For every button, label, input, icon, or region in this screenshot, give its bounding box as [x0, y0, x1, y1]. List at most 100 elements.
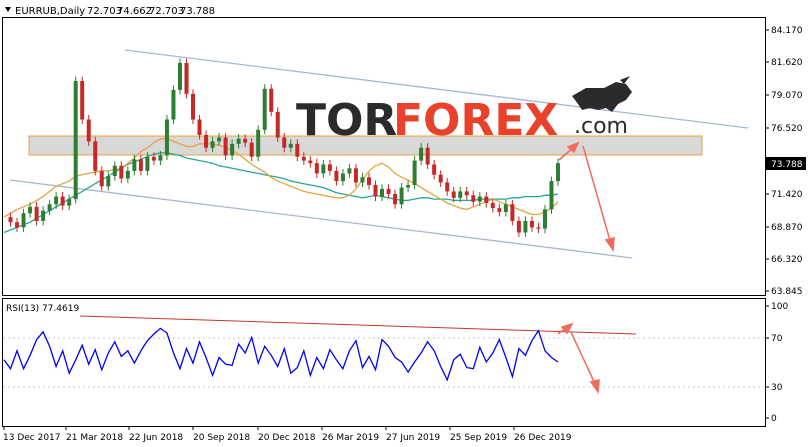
candle-body	[249, 142, 254, 157]
trading-chart[interactable]: TOR FOREX .com EURRUB,Daily 72.703 74.66…	[0, 0, 808, 447]
candle-body	[125, 170, 130, 179]
candle-body	[119, 165, 124, 179]
candle-body	[353, 168, 358, 183]
svg-text:79.070: 79.070	[771, 91, 803, 101]
candle-body	[112, 165, 117, 177]
svg-text:70: 70	[771, 334, 783, 344]
candle-body	[86, 119, 91, 142]
svg-text:26 Dec 2019: 26 Dec 2019	[514, 433, 572, 443]
candle-body	[204, 134, 209, 148]
candle-body	[164, 119, 169, 156]
svg-text:68.870: 68.870	[771, 223, 803, 233]
candle-body	[451, 191, 456, 198]
candle-body	[269, 88, 274, 112]
candle-body	[471, 195, 476, 202]
candle-body	[393, 193, 398, 205]
candle-body	[21, 213, 26, 228]
date-tick: 26 Mar 2019	[321, 426, 379, 443]
low-value: 72.703	[149, 6, 184, 17]
candle-body	[458, 191, 463, 198]
candle-body	[99, 170, 104, 187]
date-tick: 21 Mar 2018	[65, 426, 123, 443]
symbol-label: EURRUB,Daily	[15, 6, 85, 17]
date-tick: 20 Dec 2018	[257, 426, 316, 443]
svg-text:30: 30	[771, 383, 783, 393]
candle-body	[106, 176, 111, 187]
date-tick: 27 Jun 2019	[385, 426, 440, 443]
candle-body	[41, 210, 46, 221]
svg-text:0: 0	[771, 414, 777, 424]
candle-body	[243, 138, 248, 143]
svg-text:73.788: 73.788	[771, 160, 803, 170]
candle-body	[334, 170, 339, 182]
svg-text:81.620: 81.620	[771, 58, 803, 68]
candle-body	[445, 182, 450, 192]
candle-body	[67, 199, 72, 206]
date-tick: 20 Sep 2018	[192, 426, 250, 443]
svg-text:71.420: 71.420	[771, 190, 803, 200]
candle-body	[47, 204, 52, 211]
candle-body	[438, 174, 443, 183]
candle-body	[542, 209, 547, 229]
candle-body	[497, 208, 502, 212]
price-tick: 79.070	[765, 91, 803, 101]
rsi-label: RSI(13) 77.4619	[6, 304, 79, 314]
svg-text:26 Mar 2019: 26 Mar 2019	[322, 433, 379, 443]
candle-body	[529, 220, 534, 228]
current-price-badge: 73.788	[766, 157, 806, 170]
price-pane[interactable]	[2, 17, 766, 296]
candle-body	[177, 63, 182, 90]
candle-body	[301, 156, 306, 161]
candle-body	[432, 164, 437, 175]
candle-body	[380, 188, 385, 197]
date-axis[interactable]: 13 Dec 2017 21 Mar 2018 22 Jun 2018 20 S…	[3, 426, 572, 443]
candle-body	[230, 143, 235, 156]
candle-body	[288, 143, 293, 148]
candle-body	[490, 202, 495, 209]
candle-body	[314, 163, 319, 174]
rsi-tick: 100	[765, 302, 788, 312]
candle-body	[256, 129, 261, 157]
svg-text:22 Jun 2018: 22 Jun 2018	[129, 433, 183, 443]
candle-body	[236, 138, 241, 144]
candle-body	[425, 147, 430, 165]
date-tick: 22 Jun 2018	[128, 426, 183, 443]
price-tick: 63.845	[765, 287, 803, 297]
svg-text:84.170: 84.170	[771, 26, 803, 36]
candle-body	[132, 159, 137, 171]
rsi-tick: 70	[765, 334, 783, 344]
candle-body	[197, 119, 202, 135]
candle-body	[54, 196, 59, 205]
candle-body	[484, 196, 489, 203]
price-tick: 81.620	[765, 58, 803, 68]
close-value: 73.788	[180, 6, 215, 17]
candle-body	[556, 163, 560, 182]
candle-body	[536, 227, 541, 229]
svg-text:20 Sep 2018: 20 Sep 2018	[193, 433, 250, 443]
price-axis[interactable]: 84.170 81.620 79.070 76.520 71.420 68.87…	[765, 26, 806, 297]
svg-text:21 Mar 2018: 21 Mar 2018	[66, 433, 123, 443]
candle-body	[419, 147, 424, 161]
rsi-axis[interactable]: 100 70 30 0	[765, 302, 788, 424]
chart-header: EURRUB,Daily 72.703 74.662 72.703 73.788	[5, 6, 215, 17]
candle-body	[282, 137, 287, 148]
svg-text:76.520: 76.520	[771, 124, 803, 134]
svg-text:20 Dec 2018: 20 Dec 2018	[258, 433, 316, 443]
high-value: 74.662	[117, 6, 152, 17]
rsi-pane[interactable]	[2, 298, 766, 427]
candle-body	[327, 164, 332, 171]
candle-body	[28, 206, 33, 214]
svg-text:13 Dec 2017: 13 Dec 2017	[3, 433, 61, 443]
date-tick: 25 Sep 2019	[449, 426, 507, 443]
svg-text:27 Jun 2019: 27 Jun 2019	[386, 433, 440, 443]
candle-body	[171, 89, 176, 120]
candle-body	[366, 177, 371, 185]
svg-text:100: 100	[771, 302, 788, 312]
candle-body	[399, 187, 404, 205]
triangle-down-icon[interactable]	[5, 7, 11, 12]
candle-body	[262, 88, 267, 130]
candle-body	[34, 206, 39, 221]
candle-body	[386, 188, 391, 194]
candle-body	[93, 141, 98, 171]
candle-body	[373, 184, 378, 197]
